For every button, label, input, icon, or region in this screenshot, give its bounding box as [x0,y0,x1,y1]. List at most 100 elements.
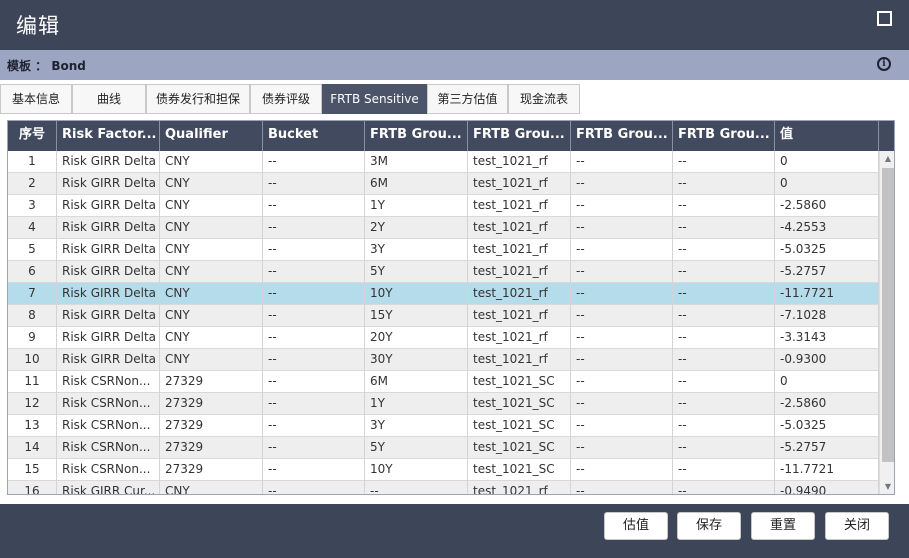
table-cell: -- [673,459,775,481]
table-row[interactable]: 3 Risk GIRR Delta CNY -- 1Y test_1021_rf -- -- -… [8,195,879,217]
chevron-up-icon[interactable]: ▲ [880,151,894,167]
table-cell: 27329 [160,371,263,393]
table-cell: -- [673,305,775,327]
table-row[interactable]: 15 Risk CSRNon... 27329 -- 10Y test_1021_SC --… [8,459,879,481]
table-cell: -- [571,349,673,371]
table-cell: 3Y [365,239,468,261]
table-cell: -- [571,371,673,393]
table-cell: -- [263,239,365,261]
table-cell: 14 [8,437,57,459]
tab-4[interactable]: 债券评级 [250,84,322,114]
table-cell: -- [673,415,775,437]
column-header[interactable]: 序号 [8,121,57,151]
table-cell: Risk GIRR Delta [57,305,160,327]
column-header[interactable]: FRTB Grou... [673,121,775,151]
vertical-scrollbar[interactable]: ▲ ▼ [879,151,894,494]
table-cell: 12 [8,393,57,415]
tab-1[interactable]: 基本信息 [0,84,72,114]
table-row[interactable]: 10 Risk GIRR Delta CNY -- 30Y test_1021_rf -- -… [8,349,879,371]
table-cell: CNY [160,195,263,217]
table-cell: 16 [8,481,57,494]
table-cell: Risk GIRR Delta [57,261,160,283]
table-cell: test_1021_rf [468,239,571,261]
window-title: 编辑 [16,14,60,38]
table-cell: -- [571,327,673,349]
column-header[interactable]: FRTB Grou... [571,121,673,151]
table-cell: 27329 [160,437,263,459]
table-cell: 1Y [365,195,468,217]
table-cell: 2Y [365,217,468,239]
table-cell: -- [673,261,775,283]
table-cell: Risk CSRNon... [57,459,160,481]
table-row[interactable]: 7 Risk GIRR Delta CNY -- 10Y test_1021_rf -- --… [8,283,879,305]
tab-6[interactable]: 第三方估值 [427,84,508,114]
valuate-button[interactable]: 估值 [604,512,668,540]
table-cell: -- [673,195,775,217]
table-cell: Risk GIRR Cur... [57,481,160,494]
table-cell: 0 [775,151,879,173]
table-cell: -- [571,481,673,494]
table-row[interactable]: 2 Risk GIRR Delta CNY -- 6M test_1021_rf -- -- 0 [8,173,879,195]
table-row[interactable]: 4 Risk GIRR Delta CNY -- 2Y test_1021_rf -- -- -… [8,217,879,239]
table-row[interactable]: 5 Risk GIRR Delta CNY -- 3Y test_1021_rf -- -- -… [8,239,879,261]
column-header[interactable]: Risk Factor... [57,121,160,151]
column-header[interactable]: Bucket [263,121,365,151]
table-row[interactable]: 1 Risk GIRR Delta CNY -- 3M test_1021_rf -- -- 0 [8,151,879,173]
table-row[interactable]: 16 Risk GIRR Cur... CNY -- -- test_1021_rf -- -… [8,481,879,494]
table-cell: 27329 [160,415,263,437]
scroll-thumb[interactable] [882,168,894,462]
title-bar: 编辑 [0,0,909,50]
table-row[interactable]: 13 Risk CSRNon... 27329 -- 3Y test_1021_SC -- -… [8,415,879,437]
table-cell: 3Y [365,415,468,437]
table-cell: -- [571,173,673,195]
info-icon[interactable]: i [877,57,891,71]
table-row[interactable]: 14 Risk CSRNon... 27329 -- 5Y test_1021_SC -- -… [8,437,879,459]
table-cell: 8 [8,305,57,327]
table-cell: CNY [160,349,263,371]
column-header[interactable]: Qualifier [160,121,263,151]
table-cell: -- [571,459,673,481]
table-cell: 1 [8,151,57,173]
tab-3[interactable]: 债券发行和担保 [146,84,250,114]
table-row[interactable]: 8 Risk GIRR Delta CNY -- 15Y test_1021_rf -- --… [8,305,879,327]
tab-2[interactable]: 曲线 [72,84,146,114]
tab-7[interactable]: 现金流表 [508,84,580,114]
close-button[interactable]: 关闭 [825,512,889,540]
column-header[interactable]: FRTB Grou... [365,121,468,151]
table-cell: Risk CSRNon... [57,393,160,415]
maximize-icon[interactable] [877,11,892,26]
column-header[interactable]: 值 [775,121,879,151]
table-cell: -- [263,327,365,349]
table-cell: 5 [8,239,57,261]
table-cell: 30Y [365,349,468,371]
table-row[interactable]: 9 Risk GIRR Delta CNY -- 20Y test_1021_rf -- --… [8,327,879,349]
table-cell: Risk GIRR Delta [57,173,160,195]
table-cell: -- [365,481,468,494]
table-cell: test_1021_rf [468,195,571,217]
table-cell: -- [571,437,673,459]
table-cell: CNY [160,283,263,305]
table-cell: CNY [160,173,263,195]
chevron-down-icon[interactable]: ▼ [880,479,894,494]
table-cell: -- [673,393,775,415]
table-cell: 10 [8,349,57,371]
table-row[interactable]: 12 Risk CSRNon... 27329 -- 1Y test_1021_SC -- -… [8,393,879,415]
table-cell: -5.2757 [775,437,879,459]
table-cell: 10Y [365,283,468,305]
tab-5[interactable]: FRTB Sensitive [322,84,427,114]
table-cell: -- [263,217,365,239]
table-cell: 6M [365,173,468,195]
table-row[interactable]: 11 Risk CSRNon... 27329 -- 6M test_1021_SC -- -… [8,371,879,393]
table-cell: CNY [160,261,263,283]
save-button[interactable]: 保存 [677,512,741,540]
column-header[interactable]: FRTB Grou... [468,121,571,151]
table-cell: -- [263,371,365,393]
table-cell: -- [673,327,775,349]
grid-header: 序号 Risk Factor... Qualifier Bucket FRTB Grou… [8,121,894,151]
table-cell: -- [263,415,365,437]
table-cell: 5Y [365,261,468,283]
table-cell: test_1021_SC [468,415,571,437]
reset-button[interactable]: 重置 [751,512,815,540]
table-row[interactable]: 6 Risk GIRR Delta CNY -- 5Y test_1021_rf -- -- -… [8,261,879,283]
table-cell: -- [263,151,365,173]
